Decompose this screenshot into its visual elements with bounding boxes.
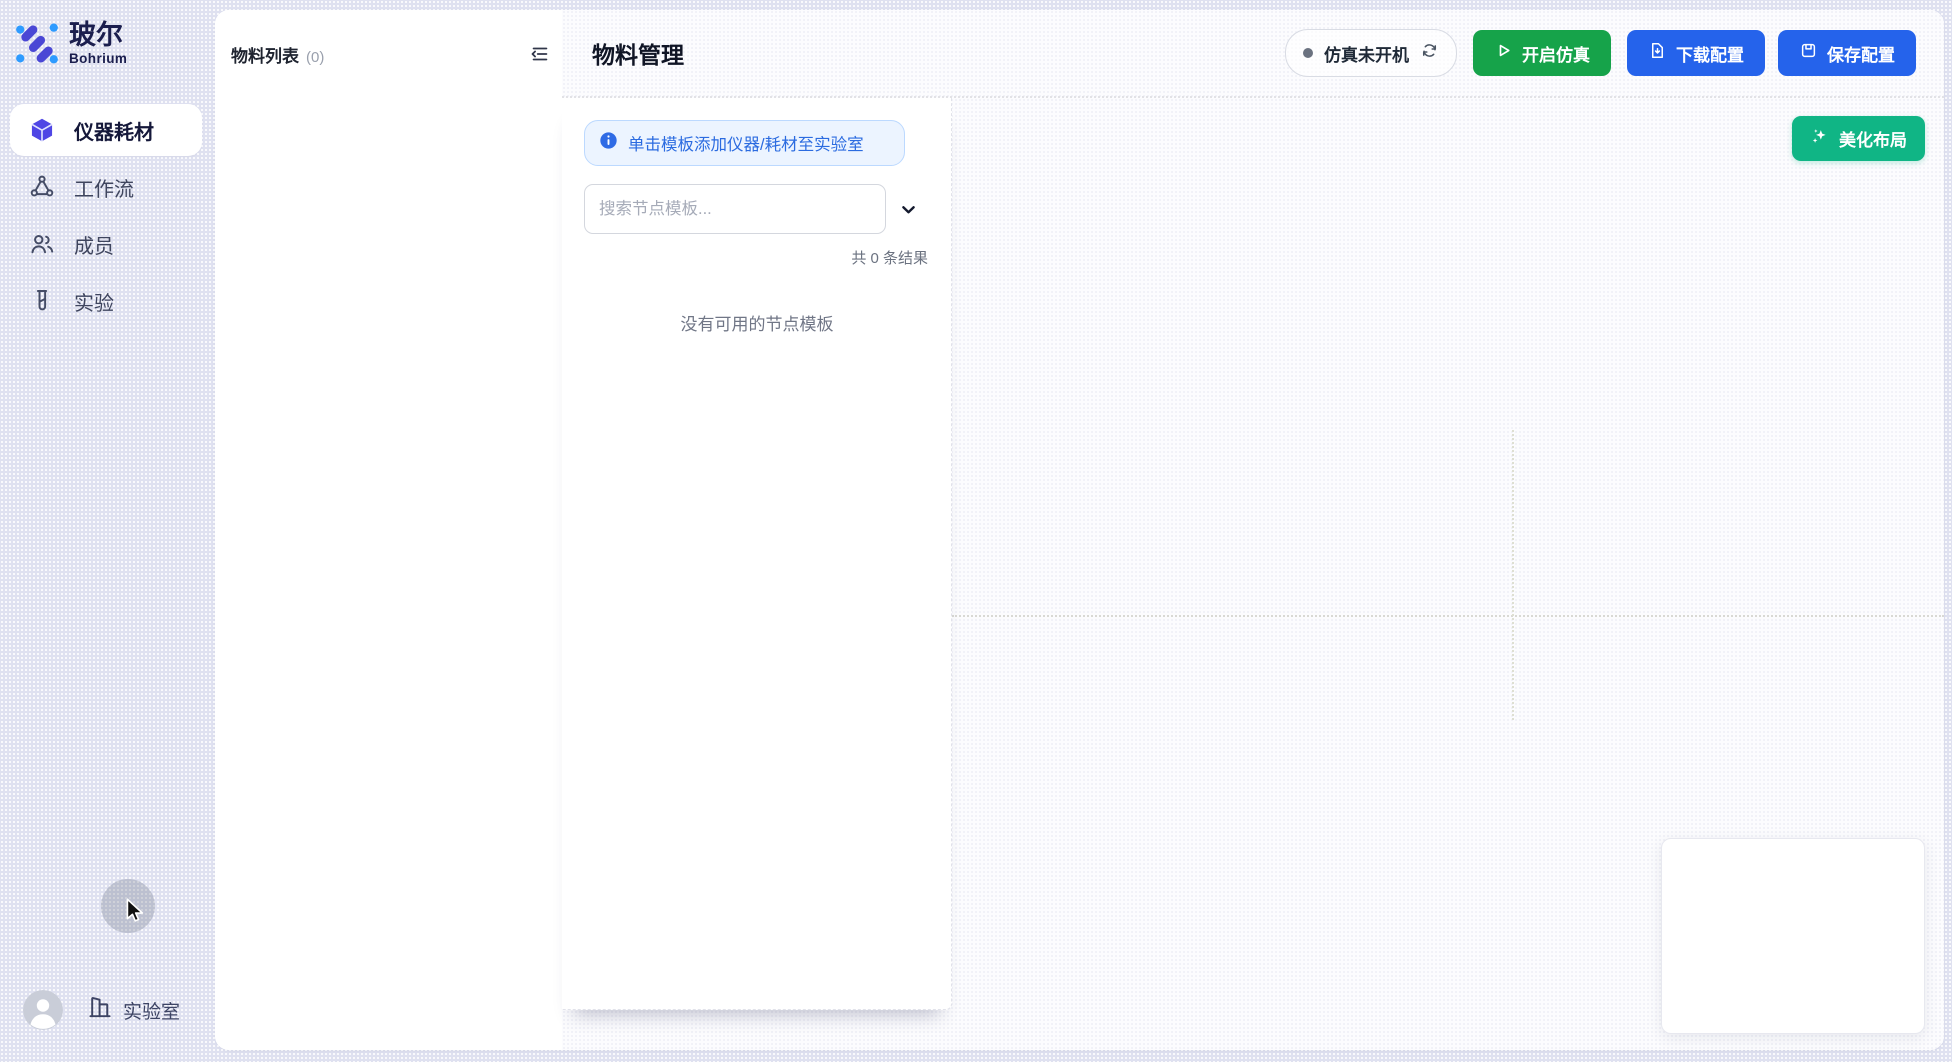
file-download-icon — [1648, 41, 1667, 65]
user-avatar[interactable] — [23, 990, 63, 1030]
sidebar: 玻尔 Bohrium 仪器耗材 — [0, 0, 215, 1062]
canvas-guide-horizontal — [952, 615, 1944, 617]
simulation-status-pill[interactable]: 仿真未开机 — [1285, 29, 1457, 77]
sidebar-item-workflow[interactable]: 工作流 — [10, 161, 202, 213]
refresh-icon[interactable] — [1420, 41, 1439, 65]
hint-banner: 单击模板添加仪器/耗材至实验室 — [584, 120, 905, 166]
brand-name-en: Bohrium — [69, 51, 127, 66]
sidebar-nav: 仪器耗材 工作流 — [0, 104, 215, 327]
mouse-cursor — [121, 896, 149, 924]
collapse-panel-icon[interactable] — [527, 41, 553, 67]
app-window: 玻尔 Bohrium 仪器耗材 — [0, 0, 1952, 1062]
sidebar-item-label: 实验 — [74, 287, 114, 316]
play-icon — [1494, 41, 1513, 65]
download-config-button[interactable]: 下载配置 — [1627, 30, 1765, 76]
cube-icon — [29, 117, 55, 143]
search-input[interactable] — [584, 184, 886, 234]
region-header: 物料管理 仿真未开机 — [562, 10, 1944, 98]
brand-logo: 玻尔 Bohrium — [0, 0, 215, 66]
brand-name-cn: 玻尔 — [69, 20, 127, 51]
materials-panel-title: 物料列表(0) — [231, 42, 324, 67]
sidebar-item-label: 工作流 — [74, 173, 134, 202]
page-title: 物料管理 — [592, 36, 684, 70]
experiment-icon — [29, 288, 55, 314]
chevron-down-icon[interactable] — [886, 187, 930, 231]
members-icon — [29, 231, 55, 257]
canvas-area: 单击模板添加仪器/耗材至实验室 共 0 条结果 没有可用的节点模板 — [562, 98, 1944, 1050]
sidebar-item-instruments[interactable]: 仪器耗材 — [10, 104, 202, 156]
empty-message: 没有可用的节点模板 — [584, 310, 930, 335]
hint-text: 单击模板添加仪器/耗材至实验室 — [628, 131, 864, 155]
minimap-panel — [1661, 838, 1925, 1034]
sparkles-icon — [1810, 126, 1830, 151]
building-icon — [87, 994, 113, 1026]
materials-panel: 物料列表(0) — [215, 10, 563, 1050]
main-region: 物料管理 仿真未开机 — [562, 10, 1944, 1050]
simulation-status-label: 仿真未开机 — [1324, 41, 1409, 66]
sidebar-item-experiment[interactable]: 实验 — [10, 275, 202, 327]
sidebar-item-members[interactable]: 成员 — [10, 218, 202, 270]
sidebar-item-label: 仪器耗材 — [74, 116, 154, 145]
results-count: 共 0 条结果 — [584, 247, 930, 268]
workflow-icon — [29, 174, 55, 200]
template-panel: 单击模板添加仪器/耗材至实验室 共 0 条结果 没有可用的节点模板 — [562, 98, 952, 1010]
info-icon — [599, 131, 618, 155]
status-dot-icon — [1303, 48, 1313, 58]
materials-count: (0) — [306, 49, 324, 66]
beautify-layout-button[interactable]: 美化布局 — [1792, 116, 1925, 161]
sidebar-item-label: 成员 — [74, 230, 114, 259]
main-card: 物料列表(0) 物料管理 仿真未开机 — [215, 10, 1944, 1050]
bohrium-logo-icon — [14, 20, 60, 66]
canvas-guide-vertical — [1512, 430, 1514, 720]
start-simulation-button[interactable]: 开启仿真 — [1473, 30, 1611, 76]
save-icon — [1799, 41, 1818, 65]
save-config-button[interactable]: 保存配置 — [1778, 30, 1916, 76]
lab-label: 实验室 — [123, 997, 180, 1024]
sidebar-footer: 实验室 — [0, 990, 215, 1030]
sidebar-item-lab[interactable]: 实验室 — [87, 994, 180, 1026]
